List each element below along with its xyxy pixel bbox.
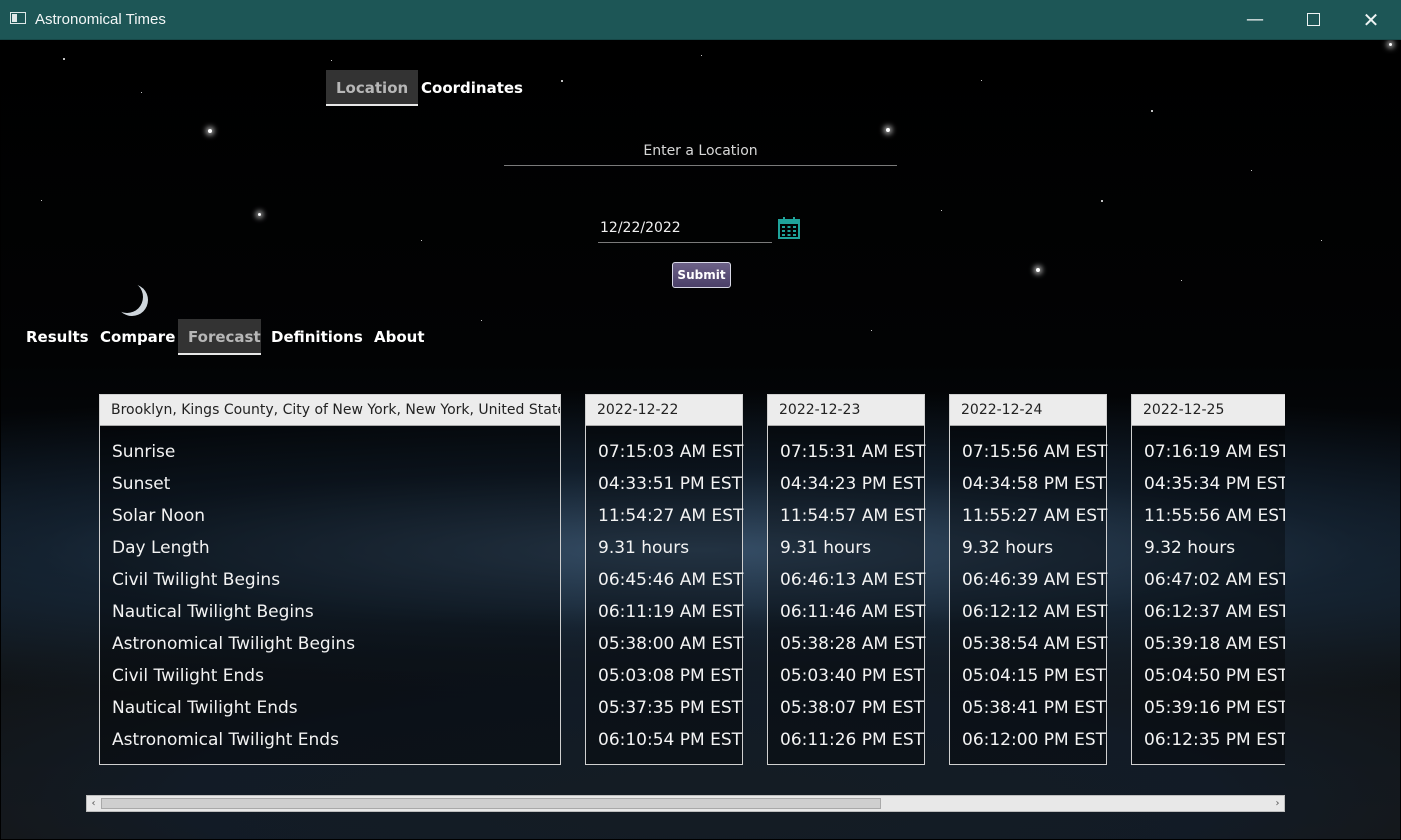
time-value: 07:15:56 AM EST [962,442,1108,462]
date-header: 2022-12-22 [586,395,742,426]
tab-compare[interactable]: Compare [90,319,185,355]
time-value: 11:54:57 AM EST [780,506,926,526]
time-value: 06:10:54 PM EST [598,730,742,750]
location-input[interactable] [504,137,897,166]
tab-location[interactable]: Location [326,70,419,106]
row-label: Sunset [112,474,171,494]
row-label: Day Length [112,538,210,558]
calendar-icon[interactable] [778,217,800,239]
row-label: Nautical Twilight Begins [112,602,314,622]
close-button[interactable]: ✕ [1342,0,1400,39]
time-value: 06:47:02 AM EST [1144,570,1285,590]
time-value: 06:12:37 AM EST [1144,602,1285,622]
time-value: 05:38:28 AM EST [780,634,926,654]
time-value: 06:11:46 AM EST [780,602,926,622]
row-label: Civil Twilight Begins [112,570,281,590]
day-column: 2022-12-23 07:15:31 AM EST 04:34:23 PM E… [767,394,925,765]
time-value: 9.31 hours [780,538,872,558]
time-value: 04:35:34 PM EST [1144,474,1285,494]
tab-results[interactable]: Results [16,319,99,355]
tab-forecast[interactable]: Forecast [178,319,261,355]
time-value: 04:34:23 PM EST [780,474,924,494]
time-value: 05:04:50 PM EST [1144,666,1285,686]
tab-about[interactable]: About [364,319,435,355]
maximize-button[interactable] [1284,0,1342,39]
time-value: 11:55:56 AM EST [1144,506,1285,526]
time-value: 05:38:54 AM EST [962,634,1108,654]
time-value: 05:03:40 PM EST [780,666,924,686]
time-value: 9.32 hours [962,538,1054,558]
star [208,129,212,133]
time-value: 06:11:26 PM EST [780,730,924,750]
time-value: 06:12:35 PM EST [1144,730,1285,750]
window-title: Astronomical Times [35,11,166,28]
date-header: 2022-12-24 [950,395,1106,426]
scrollbar-thumb[interactable] [101,798,881,809]
date-header: 2022-12-23 [768,395,924,426]
day-column: 2022-12-25 07:16:19 AM EST 04:35:34 PM E… [1131,394,1285,765]
row-label: Sunrise [112,442,176,462]
maximize-icon [1306,13,1320,26]
labels-column: Brooklyn, Kings County, City of New York… [99,394,561,765]
time-value: 06:46:39 AM EST [962,570,1108,590]
time-value: 07:16:19 AM EST [1144,442,1285,462]
time-value: 05:38:00 AM EST [598,634,744,654]
time-value: 06:12:00 PM EST [962,730,1106,750]
horizontal-scrollbar[interactable]: ‹ › [86,795,1285,812]
row-label: Solar Noon [112,506,206,526]
scroll-left-arrow[interactable]: ‹ [87,796,100,811]
star [258,213,261,216]
row-label: Astronomical Twilight Ends [112,730,339,750]
star [1036,268,1040,272]
time-value: 05:39:16 PM EST [1144,698,1285,718]
time-value: 04:34:58 PM EST [962,474,1106,494]
time-value: 06:11:19 AM EST [598,602,744,622]
app-window-icon [10,12,26,24]
location-header: Brooklyn, Kings County, City of New York… [100,395,560,426]
time-value: 06:45:46 AM EST [598,570,744,590]
time-value: 07:15:03 AM EST [598,442,744,462]
time-value: 11:55:27 AM EST [962,506,1108,526]
tab-coordinates[interactable]: Coordinates [411,70,533,106]
minimize-button[interactable]: — [1226,0,1284,39]
submit-button[interactable]: Submit [672,262,731,288]
time-value: 04:33:51 PM EST [598,474,742,494]
row-label: Civil Twilight Ends [112,666,264,686]
day-column: 2022-12-22 07:15:03 AM EST 04:33:51 PM E… [585,394,743,765]
row-label: Nautical Twilight Ends [112,698,298,718]
star [1389,43,1392,46]
title-bar: Astronomical Times — ✕ [0,0,1401,40]
time-value: 11:54:27 AM EST [598,506,744,526]
row-label: Astronomical Twilight Begins [112,634,356,654]
time-value: 07:15:31 AM EST [780,442,926,462]
time-value: 9.32 hours [1144,538,1236,558]
date-header: 2022-12-25 [1132,395,1285,426]
time-value: 05:03:08 PM EST [598,666,742,686]
time-value: 05:37:35 PM EST [598,698,742,718]
star [886,128,890,132]
time-value: 9.31 hours [598,538,690,558]
time-value: 05:38:07 PM EST [780,698,924,718]
time-value: 05:04:15 PM EST [962,666,1106,686]
time-value: 06:46:13 AM EST [780,570,926,590]
time-value: 06:12:12 AM EST [962,602,1108,622]
tab-definitions[interactable]: Definitions [261,319,373,355]
time-value: 05:38:41 PM EST [962,698,1106,718]
scroll-right-arrow[interactable]: › [1271,796,1284,811]
time-value: 05:39:18 AM EST [1144,634,1285,654]
day-column: 2022-12-24 07:15:56 AM EST 04:34:58 PM E… [949,394,1107,765]
date-input[interactable] [598,214,772,243]
forecast-scroll-area[interactable]: Brooklyn, Kings County, City of New York… [86,380,1285,780]
moon-icon [116,284,148,316]
